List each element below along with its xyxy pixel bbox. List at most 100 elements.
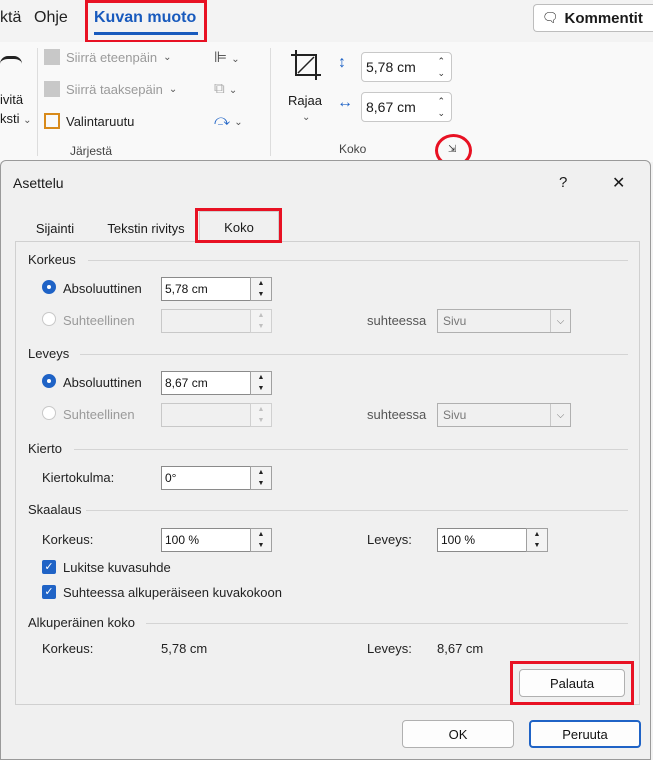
divider	[74, 449, 628, 450]
rotation-angle-spinner[interactable]: ▲ ▼	[250, 466, 272, 490]
relative-original-label[interactable]: Suhteessa alkuperäiseen kuvakokoon	[63, 585, 282, 600]
rotate-heading: Kierto	[28, 441, 62, 456]
help-button[interactable]: ?	[559, 174, 567, 191]
spinner-arrows-icon[interactable]: ⌃ ⌄	[437, 95, 445, 119]
original-size-heading: Alkuperäinen koko	[28, 615, 135, 630]
original-width-label: Leveys:	[367, 641, 412, 656]
size-group-label: Koko	[339, 142, 367, 156]
width-absolute-label: Absoluuttinen	[63, 375, 142, 390]
height-absolute-input[interactable]: 5,78 cm	[161, 277, 251, 301]
bring-forward-button[interactable]: Siirrä eteenpäin ⌄	[44, 49, 171, 65]
rotation-angle-label: Kiertokulma:	[42, 470, 115, 485]
ok-button[interactable]: OK	[402, 720, 514, 748]
height-absolute-radio[interactable]	[42, 280, 56, 294]
divider	[88, 260, 628, 261]
relative-original-checkbox[interactable]: ✓	[42, 585, 56, 599]
selection-pane-label: Valintaruutu	[66, 113, 135, 129]
chevron-down-icon: ⌄	[168, 83, 178, 95]
lock-aspect-label[interactable]: Lukitse kuvasuhde	[63, 560, 171, 575]
scale-width-label: Leveys:	[367, 532, 412, 547]
size-tab-panel: Korkeus Absoluuttinen 5,78 cm ▲ ▼ Suhteel…	[15, 241, 640, 705]
layout-dialog: Asettelu ? ✕ Sijainti Tekstin rivitys Ko…	[0, 160, 651, 760]
height-absolute-spinner[interactable]: ▲ ▼	[250, 277, 272, 301]
width-relative-to-select[interactable]: Sivu ⌵	[437, 403, 571, 427]
chevron-down-icon: ⌄	[163, 51, 172, 63]
highlight-tab	[85, 0, 207, 43]
bring-forward-label: Siirrä eteenpäin	[66, 49, 158, 65]
width-absolute-spinner[interactable]: ▲ ▼	[250, 371, 272, 395]
height-relative-radio[interactable]	[42, 312, 56, 326]
group-divider	[37, 48, 38, 156]
divider	[80, 354, 628, 355]
cancel-button[interactable]: Peruuta	[529, 720, 641, 748]
height-relative-to-label: suhteessa	[367, 313, 427, 328]
tab-position[interactable]: Sijainti	[21, 214, 89, 242]
ribbon-height-value: 5,78 cm	[366, 59, 416, 75]
width-icon: ↔	[337, 94, 353, 111]
height-relative-label: Suhteellinen	[63, 313, 135, 328]
bring-forward-icon	[44, 49, 60, 65]
send-backward-icon	[44, 81, 60, 97]
original-height-label: Korkeus:	[42, 641, 94, 656]
width-relative-input[interactable]	[161, 403, 251, 427]
chevron-down-icon[interactable]: ⌄	[302, 112, 310, 123]
rotate-icon[interactable]: ⤼ ⌄	[214, 112, 243, 129]
wrap-text-label-2[interactable]: ksti ⌄	[0, 111, 32, 126]
height-icon: ↕	[338, 54, 346, 71]
align-icon[interactable]: ⊫ ⌄	[214, 48, 240, 66]
crop-label[interactable]: Rajaa	[288, 93, 322, 108]
selection-pane-icon	[44, 113, 60, 129]
comments-label: Kommentit	[564, 9, 643, 27]
rotation-angle-input[interactable]: 0°	[161, 466, 251, 490]
highlight-reset-button	[510, 661, 634, 705]
original-height-value: 5,78 cm	[161, 641, 208, 656]
width-relative-spinner[interactable]: ▲ ▼	[250, 403, 272, 427]
height-relative-input[interactable]	[161, 309, 251, 333]
lock-aspect-checkbox[interactable]: ✓	[42, 560, 56, 574]
arrange-group-label: Järjestä	[70, 144, 113, 158]
chevron-down-icon: ⌵	[550, 404, 570, 426]
width-absolute-input[interactable]: 8,67 cm	[161, 371, 251, 395]
ribbon-width-value: 8,67 cm	[366, 99, 416, 115]
chevron-down-icon: ⌵	[550, 310, 570, 332]
selection-pane-button[interactable]: Valintaruutu	[44, 113, 134, 129]
comment-icon: 🗨	[542, 10, 559, 25]
height-relative-spinner[interactable]: ▲ ▼	[250, 309, 272, 333]
tab-help[interactable]: Ohje	[34, 9, 68, 27]
dialog-title: Asettelu	[13, 175, 64, 191]
crop-icon[interactable]	[289, 48, 323, 82]
original-width-value: 8,67 cm	[437, 641, 484, 656]
scale-heading: Skaalaus	[28, 502, 82, 517]
ribbon-width-field[interactable]: 8,67 cm ⌃ ⌄	[361, 92, 452, 122]
height-absolute-label: Absoluuttinen	[63, 281, 142, 296]
ribbon-height-field[interactable]: 5,78 cm ⌃ ⌄	[361, 52, 452, 82]
width-relative-radio[interactable]	[42, 406, 56, 420]
tab-text-wrapping[interactable]: Tekstin rivitys	[93, 214, 199, 242]
scale-height-label: Korkeus:	[42, 532, 94, 547]
send-backward-label: Siirrä taaksepäin	[66, 81, 163, 97]
divider	[86, 510, 628, 511]
chevron-down-icon: ⌄	[23, 115, 32, 126]
width-relative-label: Suhteellinen	[63, 407, 135, 422]
scale-height-input[interactable]: 100 %	[161, 528, 251, 552]
divider	[146, 623, 628, 624]
send-backward-button[interactable]: Siirrä taaksepäin ⌄	[44, 81, 177, 97]
comments-button[interactable]: 🗨 Kommentit	[533, 4, 653, 32]
wrap-text-icon	[0, 56, 22, 78]
scale-width-input[interactable]: 100 %	[437, 528, 527, 552]
width-absolute-radio[interactable]	[42, 374, 56, 388]
height-relative-to-value: Sivu	[443, 314, 467, 328]
width-heading: Leveys	[28, 346, 70, 361]
height-heading: Korkeus	[28, 252, 76, 267]
height-relative-to-select[interactable]: Sivu ⌵	[437, 309, 571, 333]
width-relative-to-label: suhteessa	[367, 407, 427, 422]
scale-height-spinner[interactable]: ▲ ▼	[250, 528, 272, 552]
group-icon[interactable]: ⧉ ⌄	[214, 80, 237, 97]
scale-width-spinner[interactable]: ▲ ▼	[526, 528, 548, 552]
width-relative-to-value: Sivu	[443, 408, 467, 422]
group-divider	[270, 48, 271, 156]
spinner-arrows-icon[interactable]: ⌃ ⌄	[437, 55, 445, 79]
wrap-text-label-1[interactable]: ivitä	[0, 92, 23, 107]
close-icon[interactable]: ✕	[612, 173, 625, 193]
tab-insert[interactable]: ktä	[0, 9, 21, 27]
